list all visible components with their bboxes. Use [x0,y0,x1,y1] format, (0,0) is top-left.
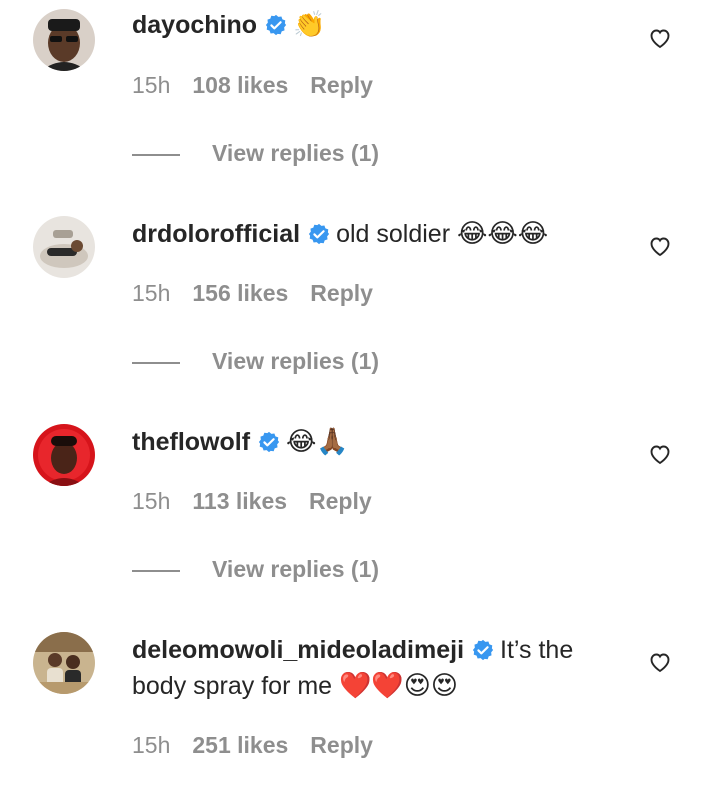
reply-button[interactable]: Reply [309,488,372,514]
heart-outline-icon[interactable] [648,234,672,258]
reply-button[interactable]: Reply [310,72,373,98]
comment-time: 15h [132,732,171,758]
likes-count[interactable]: 108 likes [192,72,288,98]
avatar[interactable] [33,9,95,71]
likes-count[interactable]: 113 likes [192,488,287,514]
replies-divider [132,361,180,364]
comment-meta: 15h 108 likes Reply [132,72,395,99]
comment-emoji: ❤️❤️😍😍 [339,671,459,701]
comment-emoji: 👏 [293,10,326,40]
comment-emoji: 😂🙏🏾 [286,427,349,457]
avatar[interactable] [33,632,95,694]
verified-badge-icon [472,639,494,661]
username[interactable]: deleomowoli_mideoladimeji [132,636,464,664]
heart-outline-icon[interactable] [648,442,672,466]
username[interactable]: theflowolf [132,428,250,456]
comment-time: 15h [132,72,171,98]
view-replies-label: View replies (1) [212,140,380,166]
comment-meta: 15h 113 likes Reply [132,488,394,515]
verified-badge-icon [258,431,280,453]
comment-body: old soldier [336,220,451,248]
reply-button[interactable]: Reply [310,732,373,758]
view-replies-label: View replies (1) [212,348,380,374]
likes-count[interactable]: 251 likes [192,732,288,758]
comment-text: drdolorofficial old soldier 😂😂😂 [132,216,612,252]
verified-badge-icon [308,223,330,245]
view-replies-button[interactable]: View replies (1) [132,348,379,375]
likes-count[interactable]: 156 likes [192,280,288,306]
view-replies-button[interactable]: View replies (1) [132,140,379,167]
heart-outline-icon[interactable] [648,650,672,674]
replies-divider [132,569,180,572]
verified-badge-icon [265,14,287,36]
avatar[interactable] [33,424,95,486]
comment-time: 15h [132,488,171,514]
comment-emoji: 😂😂😂 [456,219,549,249]
avatar[interactable] [33,216,95,278]
heart-outline-icon[interactable] [648,26,672,50]
comment-meta: 15h 251 likes Reply [132,732,395,759]
comment-text: theflowolf 😂🙏🏾 [132,424,612,460]
replies-divider [132,153,180,156]
username[interactable]: drdolorofficial [132,220,300,248]
comment-text: dayochino 👏 [132,7,612,43]
view-replies-button[interactable]: View replies (1) [132,556,379,583]
view-replies-label: View replies (1) [212,556,380,582]
comment-text: deleomowoli_mideoladimeji It’s the body s… [132,632,612,704]
comment-time: 15h [132,280,171,306]
username[interactable]: dayochino [132,11,257,39]
comment-meta: 15h 156 likes Reply [132,280,395,307]
reply-button[interactable]: Reply [310,280,373,306]
